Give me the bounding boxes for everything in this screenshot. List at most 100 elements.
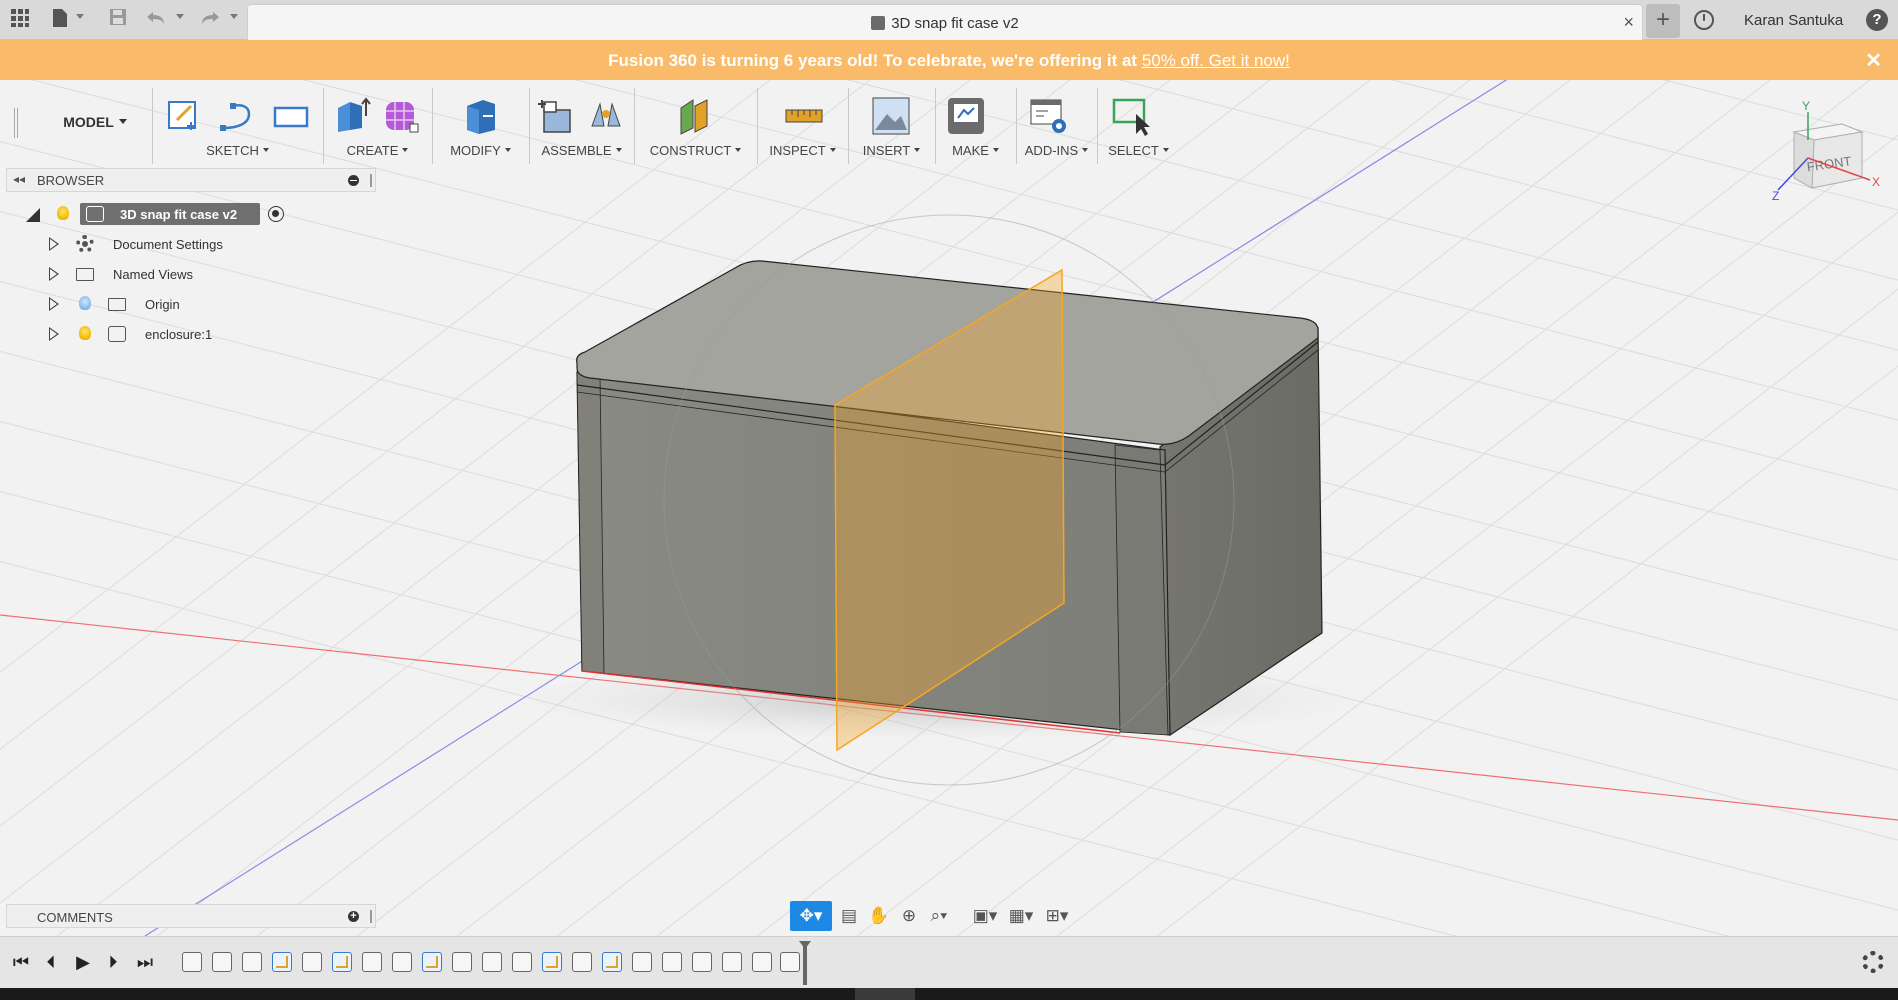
browser-pin-icon[interactable] bbox=[370, 174, 372, 187]
create-group[interactable]: CREATE bbox=[323, 88, 431, 164]
timeline-feature[interactable] bbox=[362, 952, 382, 972]
user-name[interactable]: Karan Santuka bbox=[1744, 12, 1843, 29]
go-to-end-icon[interactable]: ⏭ bbox=[134, 951, 156, 973]
expand-icon[interactable] bbox=[49, 267, 59, 281]
undo-menu-caret[interactable] bbox=[176, 14, 184, 19]
timeline-feature[interactable] bbox=[452, 952, 472, 972]
file-menu-caret[interactable] bbox=[76, 14, 84, 19]
timeline-marker[interactable] bbox=[799, 941, 811, 985]
file-icon[interactable] bbox=[48, 8, 72, 32]
press-pull-icon[interactable] bbox=[461, 96, 501, 136]
select-menu[interactable]: SELECT bbox=[1098, 143, 1179, 158]
zoom-icon[interactable]: ⊕ bbox=[894, 901, 924, 931]
viewports-icon[interactable]: ⊞▾ bbox=[1042, 901, 1072, 931]
banner-close-icon[interactable]: ✕ bbox=[1865, 48, 1882, 73]
line-icon[interactable] bbox=[217, 96, 257, 136]
modify-menu[interactable]: MODIFY bbox=[433, 143, 528, 158]
timeline-sketch[interactable] bbox=[422, 952, 442, 972]
scripts-addins-icon[interactable] bbox=[1029, 96, 1069, 136]
step-forward-icon[interactable]: ⏵ bbox=[102, 951, 124, 973]
select-icon[interactable] bbox=[1112, 96, 1152, 136]
construct-menu[interactable]: CONSTRUCT bbox=[635, 143, 756, 158]
collapse-browser-icon[interactable]: ◂◂ bbox=[13, 172, 25, 186]
timeline-feature[interactable] bbox=[242, 952, 262, 972]
expand-icon[interactable] bbox=[49, 327, 59, 341]
timeline-settings-gear-icon[interactable] bbox=[1862, 951, 1884, 973]
timeline-feature[interactable] bbox=[212, 952, 232, 972]
addins-group[interactable]: ADD-INS bbox=[1016, 88, 1096, 164]
visibility-bulb-icon[interactable] bbox=[79, 326, 91, 340]
step-back-icon[interactable]: ⏴ bbox=[40, 951, 62, 973]
timeline-feature[interactable] bbox=[632, 952, 652, 972]
view-cube[interactable]: FRONT Y X Z bbox=[1772, 96, 1890, 206]
collapse-root-icon[interactable] bbox=[26, 208, 40, 222]
timeline-feature[interactable] bbox=[392, 952, 412, 972]
timeline-feature[interactable] bbox=[572, 952, 592, 972]
fit-icon[interactable]: ⌕▾ bbox=[924, 901, 954, 931]
form-icon[interactable] bbox=[382, 96, 422, 136]
tree-item-named-views[interactable]: Named Views bbox=[0, 262, 380, 286]
display-settings-icon[interactable]: ▣▾ bbox=[970, 901, 1000, 931]
app-grid-icon[interactable] bbox=[8, 8, 32, 32]
look-at-icon[interactable]: ▤ bbox=[834, 901, 864, 931]
timeline-feature[interactable] bbox=[752, 952, 772, 972]
document-tab[interactable]: 3D snap fit case v2 × bbox=[247, 4, 1643, 40]
orbit-icon[interactable]: ✥▾ bbox=[790, 901, 832, 931]
tree-item-enclosure[interactable]: enclosure:1 bbox=[0, 322, 380, 346]
tree-root[interactable]: 3D snap fit case v2 bbox=[0, 202, 380, 226]
timeline-feature[interactable] bbox=[302, 952, 322, 972]
banner-link[interactable]: 50% off. Get it now! bbox=[1142, 51, 1290, 70]
make-group[interactable]: MAKE bbox=[935, 88, 1015, 164]
select-group[interactable]: SELECT bbox=[1097, 88, 1179, 164]
rectangle-icon[interactable] bbox=[271, 96, 311, 136]
expand-icon[interactable] bbox=[49, 237, 59, 251]
undo-icon[interactable] bbox=[144, 8, 168, 32]
timeline-feature[interactable] bbox=[722, 952, 742, 972]
timeline-feature[interactable] bbox=[182, 952, 202, 972]
activate-radio-icon[interactable] bbox=[268, 206, 284, 222]
construct-group[interactable]: CONSTRUCT bbox=[634, 88, 756, 164]
assemble-menu[interactable]: ASSEMBLE bbox=[530, 143, 633, 158]
browser-minimize-icon[interactable] bbox=[348, 175, 359, 186]
timeline-sketch[interactable] bbox=[602, 952, 622, 972]
close-tab-icon[interactable]: × bbox=[1623, 12, 1634, 33]
timeline-feature[interactable] bbox=[780, 952, 800, 972]
offset-plane-icon[interactable] bbox=[675, 96, 715, 136]
joint-icon[interactable] bbox=[586, 96, 626, 136]
sketch-menu[interactable]: SKETCH bbox=[153, 143, 322, 158]
expand-icon[interactable] bbox=[49, 297, 59, 311]
job-status-clock-icon[interactable] bbox=[1694, 10, 1714, 30]
make-menu[interactable]: MAKE bbox=[936, 143, 1015, 158]
create-sketch-icon[interactable] bbox=[163, 96, 203, 136]
addins-menu[interactable]: ADD-INS bbox=[1017, 143, 1096, 158]
modify-group[interactable]: MODIFY bbox=[432, 88, 528, 164]
extrude-icon[interactable] bbox=[332, 96, 372, 136]
timeline-sketch[interactable] bbox=[272, 952, 292, 972]
go-to-start-icon[interactable]: ⏮ bbox=[10, 951, 32, 973]
visibility-bulb-icon[interactable] bbox=[57, 206, 69, 220]
toolbar-grip[interactable] bbox=[14, 108, 18, 138]
measure-icon[interactable] bbox=[784, 96, 824, 136]
timeline-sketch[interactable] bbox=[542, 952, 562, 972]
grid-settings-icon[interactable]: ▦▾ bbox=[1006, 901, 1036, 931]
visibility-bulb-icon[interactable] bbox=[79, 296, 91, 310]
3d-print-icon[interactable] bbox=[946, 96, 986, 136]
comments-pin-icon[interactable] bbox=[370, 910, 372, 923]
assemble-group[interactable]: ASSEMBLE bbox=[529, 88, 633, 164]
insert-image-icon[interactable] bbox=[871, 96, 911, 136]
timeline-feature[interactable] bbox=[512, 952, 532, 972]
insert-group[interactable]: INSERT bbox=[848, 88, 934, 164]
new-component-icon[interactable] bbox=[536, 96, 576, 136]
redo-icon[interactable] bbox=[198, 8, 222, 32]
inspect-group[interactable]: INSPECT bbox=[757, 88, 847, 164]
inspect-menu[interactable]: INSPECT bbox=[758, 143, 847, 158]
tree-item-document-settings[interactable]: Document Settings bbox=[0, 232, 380, 256]
save-icon[interactable] bbox=[106, 8, 130, 32]
workspace-switcher[interactable]: MODEL bbox=[40, 114, 150, 134]
redo-menu-caret[interactable] bbox=[230, 14, 238, 19]
play-icon[interactable]: ▶ bbox=[72, 951, 94, 973]
create-menu[interactable]: CREATE bbox=[324, 143, 431, 158]
insert-menu[interactable]: INSERT bbox=[849, 143, 934, 158]
timeline-feature[interactable] bbox=[482, 952, 502, 972]
timeline-feature[interactable] bbox=[692, 952, 712, 972]
